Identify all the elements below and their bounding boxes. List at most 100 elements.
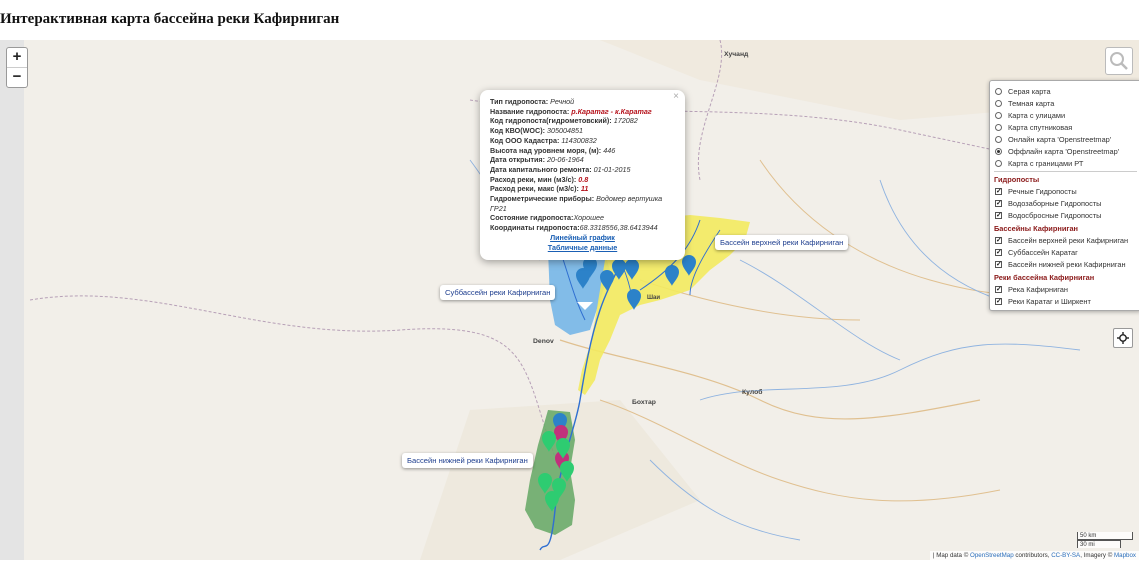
- overlay-option[interactable]: ✓ Реки Каратаг и Ширкент: [994, 295, 1137, 307]
- zoom-in-button[interactable]: +: [7, 48, 27, 67]
- base-layer-option[interactable]: Темная карта: [994, 97, 1137, 109]
- popup-field: Код ООО Кадастра: 114300832: [490, 136, 675, 146]
- base-layer-option[interactable]: Онлайн карта 'Openstreetmap': [994, 133, 1137, 145]
- scale-bar: 50 km 30 mi: [1077, 532, 1133, 548]
- overlay-option[interactable]: ✓ Река Кафирниган: [994, 283, 1137, 295]
- place-label-kulob: Кулоб: [742, 389, 763, 396]
- divider: [994, 171, 1137, 172]
- popup-field: Дата капитального ремонта: 01-01-2015: [490, 165, 675, 175]
- radio-button[interactable]: [995, 123, 1002, 131]
- popup-field-value: 68.3318556,38.6413944: [579, 223, 658, 233]
- checkbox-checked[interactable]: ✓: [995, 187, 1002, 195]
- radio-button[interactable]: [995, 99, 1002, 107]
- radio-button[interactable]: [995, 87, 1002, 95]
- popup-field: Дата открытия: 20-06-1964: [490, 155, 675, 165]
- popup-field: Гидрометрические приборы: Водомер вертуш…: [490, 194, 675, 213]
- radio-button[interactable]: [995, 111, 1002, 119]
- checkbox-checked[interactable]: ✓: [995, 297, 1002, 305]
- osm-link[interactable]: OpenStreetMap: [970, 552, 1014, 559]
- mapbox-link[interactable]: Mapbox: [1114, 552, 1136, 559]
- popup-field-value: 172082: [613, 116, 638, 126]
- checkbox-checked[interactable]: ✓: [995, 211, 1002, 219]
- scale-km: 50 km: [1077, 532, 1133, 540]
- popup-field-value: 0.8: [578, 174, 589, 184]
- checkbox-checked[interactable]: ✓: [995, 260, 1002, 268]
- popup-field-label: Состояние гидропоста:: [490, 213, 574, 223]
- zoom-control: + −: [6, 47, 28, 88]
- popup-field-label: Гидрометрические приборы:: [490, 194, 597, 204]
- popup-links: Линейный график Табличные данные: [490, 233, 675, 252]
- map[interactable]: Хучанд Denov Бохтар Кулоб Шаи Бассейн ве…: [0, 40, 1139, 560]
- overlay-option[interactable]: ✓ Водозаборные Гидропосты: [994, 197, 1137, 209]
- popup-field-value: Речной: [550, 97, 575, 106]
- popup-field-value: р.Каратаг - к.Каратаг: [571, 106, 652, 116]
- popup-field: Расход реки, мин (м3/с): 0.8: [490, 175, 675, 185]
- overlay-option[interactable]: ✓ Бассейн верхней реки Кафирниган: [994, 234, 1137, 246]
- base-layer-option[interactable]: Серая карта: [994, 85, 1137, 97]
- hydropost-popup: × Тип гидропоста: Речной Название гидропо…: [480, 90, 685, 261]
- overlay-option[interactable]: ✓ Речные Гидропосты: [994, 185, 1137, 197]
- popup-field: Код КВО(WOC): 305004851: [490, 126, 675, 136]
- license-link[interactable]: CC-BY-SA: [1051, 552, 1080, 559]
- place-label-denov: Denov: [533, 338, 554, 345]
- crosshair-icon: [1117, 332, 1129, 344]
- layer-group-title: Реки бассейна Кафирниган: [994, 273, 1095, 282]
- checkbox-checked[interactable]: ✓: [995, 248, 1002, 256]
- locate-button[interactable]: [1113, 328, 1133, 348]
- popup-field-label: Код гидропоста(гидрометовский):: [490, 116, 614, 126]
- popup-field: Код гидропоста(гидрометовский): 172082: [490, 116, 675, 126]
- table-data-link[interactable]: Табличные данные: [490, 243, 675, 253]
- page-title: Интерактивная карта бассейна реки Кафирн…: [0, 11, 340, 27]
- lower-basin-label[interactable]: Бассейн нижней реки Кафирниган: [402, 453, 533, 468]
- checkbox-checked[interactable]: ✓: [995, 236, 1002, 244]
- popup-field-value: Хорошее: [573, 213, 605, 223]
- checkbox-checked[interactable]: ✓: [995, 285, 1002, 293]
- popup-field-label: Код КВО(WOC):: [490, 126, 547, 136]
- base-layer-option[interactable]: Карта с границами РТ: [994, 157, 1137, 169]
- popup-close-button[interactable]: ×: [673, 92, 679, 102]
- scale-mi: 30 mi: [1077, 540, 1121, 548]
- search-icon: [1110, 52, 1128, 70]
- map-left-strip: [0, 40, 24, 560]
- map-search-button[interactable]: [1105, 47, 1133, 75]
- popup-field: Состояние гидропоста:Хорошее: [490, 213, 675, 223]
- radio-button[interactable]: [995, 135, 1002, 143]
- radio-button[interactable]: [995, 159, 1002, 167]
- popup-field-value: 01-01-2015: [593, 164, 631, 174]
- map-attribution: | Map data © OpenStreetMap contributors,…: [929, 551, 1139, 560]
- base-layer-option[interactable]: Карта спутниковая: [994, 121, 1137, 133]
- popup-field-label: Название гидропоста:: [490, 106, 572, 116]
- layer-group-title: Бассейны Кафирниган: [994, 224, 1079, 233]
- popup-field: Высота над уровнем моря, (м): 446: [490, 146, 675, 156]
- base-layer-option[interactable]: Карта с улицами: [994, 109, 1137, 121]
- popup-field-label: Координаты гидропоста:: [490, 223, 580, 233]
- base-layer-option-selected[interactable]: Оффлайн карта 'Openstreetmap': [994, 145, 1137, 157]
- popup-field: Тип гидропоста: Речной: [490, 97, 675, 107]
- popup-field-label: Дата открытия:: [490, 155, 548, 165]
- overlay-option[interactable]: ✓ Бассейн нижней реки Кафирниган: [994, 258, 1137, 270]
- popup-field-label: Высота над уровнем моря, (м):: [490, 145, 604, 155]
- upper-basin-label[interactable]: Бассейн верхней реки Кафирниган: [715, 235, 849, 250]
- checkbox-checked[interactable]: ✓: [995, 199, 1002, 207]
- overlay-option[interactable]: ✓ Водосбросные Гидропосты: [994, 209, 1137, 221]
- place-label-shai: Шаи: [647, 295, 661, 301]
- popup-field: Расход реки, макс (м3/с): 11: [490, 184, 675, 194]
- layer-group-title: Гидропосты: [994, 175, 1040, 184]
- popup-field-label: Расход реки, мин (м3/с):: [490, 174, 579, 184]
- popup-field-value: 305004851: [546, 126, 583, 136]
- sub-basin-label[interactable]: Суббассейн реки Кафирниган: [440, 285, 556, 300]
- popup-field-value: 20-06-1964: [547, 155, 584, 165]
- popup-field-value: 11: [580, 184, 589, 194]
- line-chart-link[interactable]: Линейный график: [490, 233, 675, 243]
- popup-field-label: Код ООО Кадастра:: [490, 135, 562, 145]
- popup-field-label: Дата капитального ремонта:: [490, 164, 594, 174]
- popup-field: Координаты гидропоста:68.3318556,38.6413…: [490, 223, 675, 233]
- radio-button-checked[interactable]: [995, 147, 1002, 155]
- place-label-bokhtar: Бохтар: [632, 399, 656, 406]
- popup-field: Название гидропоста: р.Каратаг - к.Карат…: [490, 107, 675, 117]
- overlay-option[interactable]: ✓ Суббассейн Каратаг: [994, 246, 1137, 258]
- popup-tip: [577, 302, 593, 310]
- popup-field-value: 446: [603, 145, 616, 155]
- zoom-out-button[interactable]: −: [7, 67, 27, 87]
- popup-field-label: Расход реки, макс (м3/с):: [490, 184, 581, 194]
